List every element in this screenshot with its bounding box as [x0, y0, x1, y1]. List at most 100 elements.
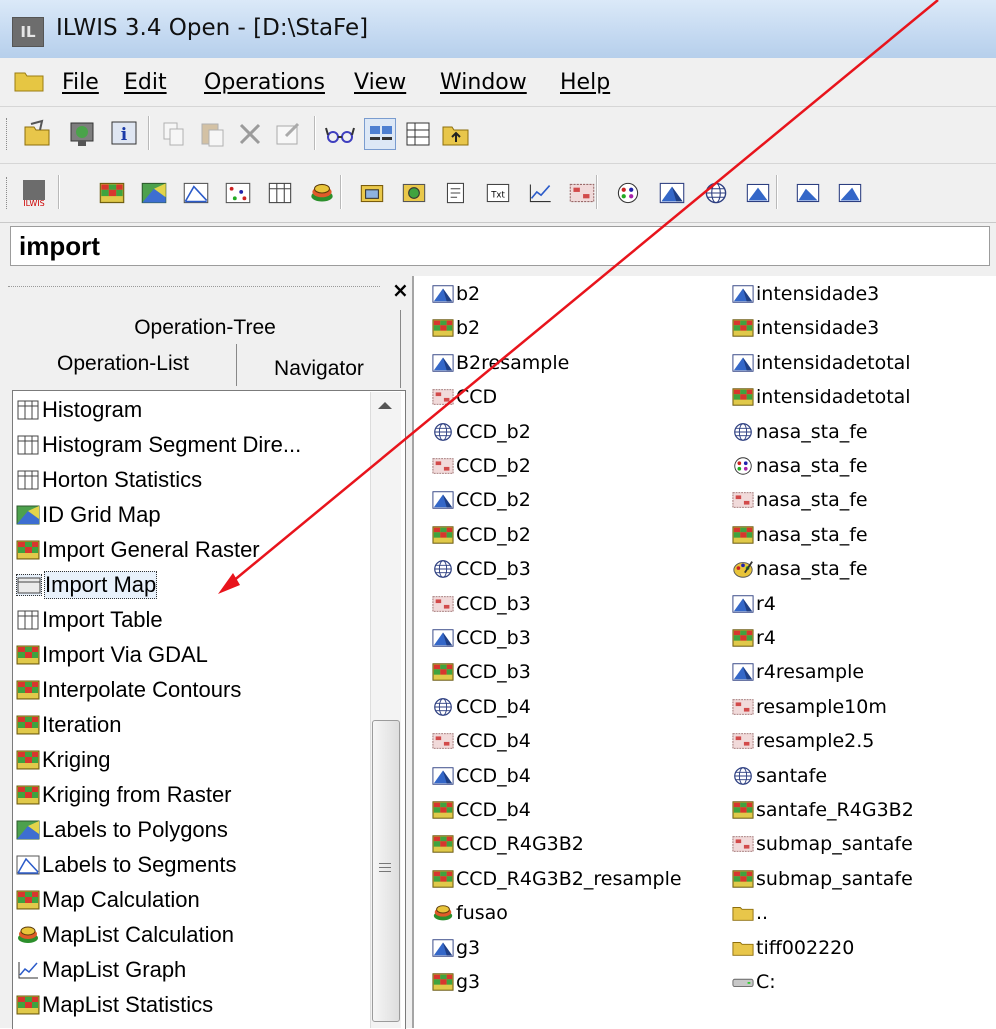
catalog-item[interactable]: r4	[732, 588, 776, 620]
catalog-item[interactable]: nasa_sta_fe	[732, 484, 868, 516]
domain-icon[interactable]	[566, 177, 598, 209]
catalog-item[interactable]: fusao	[432, 897, 508, 929]
catalog-item[interactable]: submap_santafe	[732, 863, 913, 895]
operation-item[interactable]: Import Via GDAL	[16, 639, 208, 671]
catalog-item[interactable]: submap_santafe	[732, 828, 913, 860]
catalog-item[interactable]: CCD_R4G3B2_resample	[432, 863, 682, 895]
catalog-item[interactable]: CCD_b3	[432, 553, 531, 585]
tab-operation-list[interactable]: Operation-List	[10, 344, 237, 386]
folder-icon[interactable]	[14, 70, 44, 92]
catalog-item[interactable]: resample10m	[732, 691, 887, 723]
menu-edit[interactable]: Edit	[124, 70, 167, 95]
menu-view[interactable]: View	[354, 70, 406, 95]
catalog-item[interactable]: intensidadetotal	[732, 381, 911, 413]
command-line-input[interactable]	[10, 226, 990, 266]
operation-item[interactable]: Labels to Polygons	[16, 814, 228, 846]
catalog-item[interactable]: santafe	[732, 760, 827, 792]
operation-item[interactable]: Labels to Segments	[16, 849, 236, 881]
map-window-icon[interactable]	[66, 118, 98, 150]
catalog-item[interactable]: CCD_b4	[432, 725, 531, 757]
scrollbar-thumb[interactable]	[372, 720, 400, 1022]
catalog-item[interactable]: CCD_b4	[432, 760, 531, 792]
graph-icon[interactable]	[524, 177, 556, 209]
open-folder-icon[interactable]	[22, 118, 54, 150]
scroll-up-icon[interactable]	[378, 402, 392, 409]
operation-item[interactable]: ID Grid Map	[16, 499, 161, 531]
catalog-item[interactable]: CCD_b3	[432, 622, 531, 654]
catalog-item[interactable]: g3	[432, 966, 480, 998]
catalog-item[interactable]: nasa_sta_fe	[732, 416, 868, 448]
copy-icon[interactable]	[158, 118, 190, 150]
operation-item[interactable]: Import Table	[16, 604, 163, 636]
catalog-item[interactable]: CCD_b2	[432, 450, 531, 482]
catalog-item[interactable]: CCD_b2	[432, 416, 531, 448]
georeference-icon[interactable]	[656, 177, 688, 209]
catalog-item[interactable]: nasa_sta_fe	[732, 519, 868, 551]
catalog-item[interactable]: nasa_sta_fe	[732, 553, 868, 585]
info-icon[interactable]: i	[108, 118, 140, 150]
object-collection-icon[interactable]	[356, 177, 388, 209]
operation-item[interactable]: Kriging from Raster	[16, 779, 232, 811]
tab-navigator[interactable]: Navigator	[238, 352, 400, 386]
menu-file[interactable]: File	[62, 70, 99, 95]
catalog-item[interactable]: ..	[732, 897, 768, 929]
catalog-item[interactable]: b2	[432, 278, 480, 310]
polygon-map-icon[interactable]	[138, 177, 170, 209]
eyeglasses-icon[interactable]	[324, 118, 356, 150]
catalog-item[interactable]: nasa_sta_fe	[732, 450, 868, 482]
tab-operation-tree[interactable]: Operation-Tree	[10, 308, 400, 348]
menu-help[interactable]: Help	[560, 70, 610, 95]
catalog-item[interactable]: tiff002220	[732, 932, 854, 964]
catalog-item[interactable]: CCD_b3	[432, 656, 531, 688]
annotation-icon[interactable]	[440, 177, 472, 209]
catalog-item[interactable]: CCD	[432, 381, 497, 413]
operation-item[interactable]: Import Map	[16, 569, 158, 601]
catalog-item[interactable]: CCD_b4	[432, 794, 531, 826]
operation-item[interactable]: Kriging	[16, 744, 110, 776]
point-map-icon[interactable]	[222, 177, 254, 209]
catalog-item[interactable]: intensidade3	[732, 312, 879, 344]
operation-item[interactable]: Import General Raster	[16, 534, 260, 566]
catalog-item[interactable]: CCD_b2	[432, 519, 531, 551]
representation-icon[interactable]	[612, 177, 644, 209]
catalog-item[interactable]: resample2.5	[732, 725, 874, 757]
toolbar-grip[interactable]	[6, 118, 10, 150]
ilwis-logo-icon[interactable]: ILWIS	[18, 177, 50, 209]
up-folder-icon[interactable]	[440, 118, 472, 150]
operation-item[interactable]: MapList Statistics	[16, 989, 213, 1021]
operation-item[interactable]: MapList Calculation	[16, 919, 234, 951]
ilwis-app-icon[interactable]: IL	[12, 17, 44, 47]
properties-icon[interactable]	[272, 118, 304, 150]
segment-map-icon[interactable]	[180, 177, 212, 209]
menu-operations[interactable]: Operations	[204, 70, 325, 95]
catalog-item[interactable]: santafe_R4G3B2	[732, 794, 914, 826]
toolbar-grip[interactable]	[6, 177, 10, 209]
catalog-item[interactable]: C:	[732, 966, 776, 998]
filter-icon[interactable]	[742, 177, 774, 209]
operation-item[interactable]: Histogram	[16, 394, 142, 426]
menu-window[interactable]: Window	[440, 70, 527, 95]
details-view-icon[interactable]	[402, 118, 434, 150]
paste-icon[interactable]	[196, 118, 228, 150]
catalog-item[interactable]: r4	[732, 622, 776, 654]
close-icon[interactable]: ×	[392, 278, 409, 302]
catalog-item[interactable]: intensidadetotal	[732, 347, 911, 379]
catalog-item[interactable]: CCD_b2	[432, 484, 531, 516]
operation-item[interactable]: Horton Statistics	[16, 464, 202, 496]
text-icon[interactable]: Txt	[482, 177, 514, 209]
operation-item[interactable]: Iteration	[16, 709, 122, 741]
operation-item[interactable]: MapList Graph	[16, 954, 186, 986]
maplist-icon[interactable]	[306, 177, 338, 209]
coordinate-system-icon[interactable]	[700, 177, 732, 209]
large-icons-view-icon[interactable]	[364, 118, 396, 150]
operation-item[interactable]: Interpolate Contours	[16, 674, 241, 706]
function-icon[interactable]	[792, 177, 824, 209]
map-view-icon[interactable]	[398, 177, 430, 209]
catalog-item[interactable]: b2	[432, 312, 480, 344]
catalog-item[interactable]: intensidade3	[732, 278, 879, 310]
catalog-item[interactable]: CCD_R4G3B2	[432, 828, 584, 860]
raster-map-icon[interactable]	[96, 177, 128, 209]
catalog-item[interactable]: CCD_b4	[432, 691, 531, 723]
table-icon[interactable]	[264, 177, 296, 209]
delete-icon[interactable]	[234, 118, 266, 150]
